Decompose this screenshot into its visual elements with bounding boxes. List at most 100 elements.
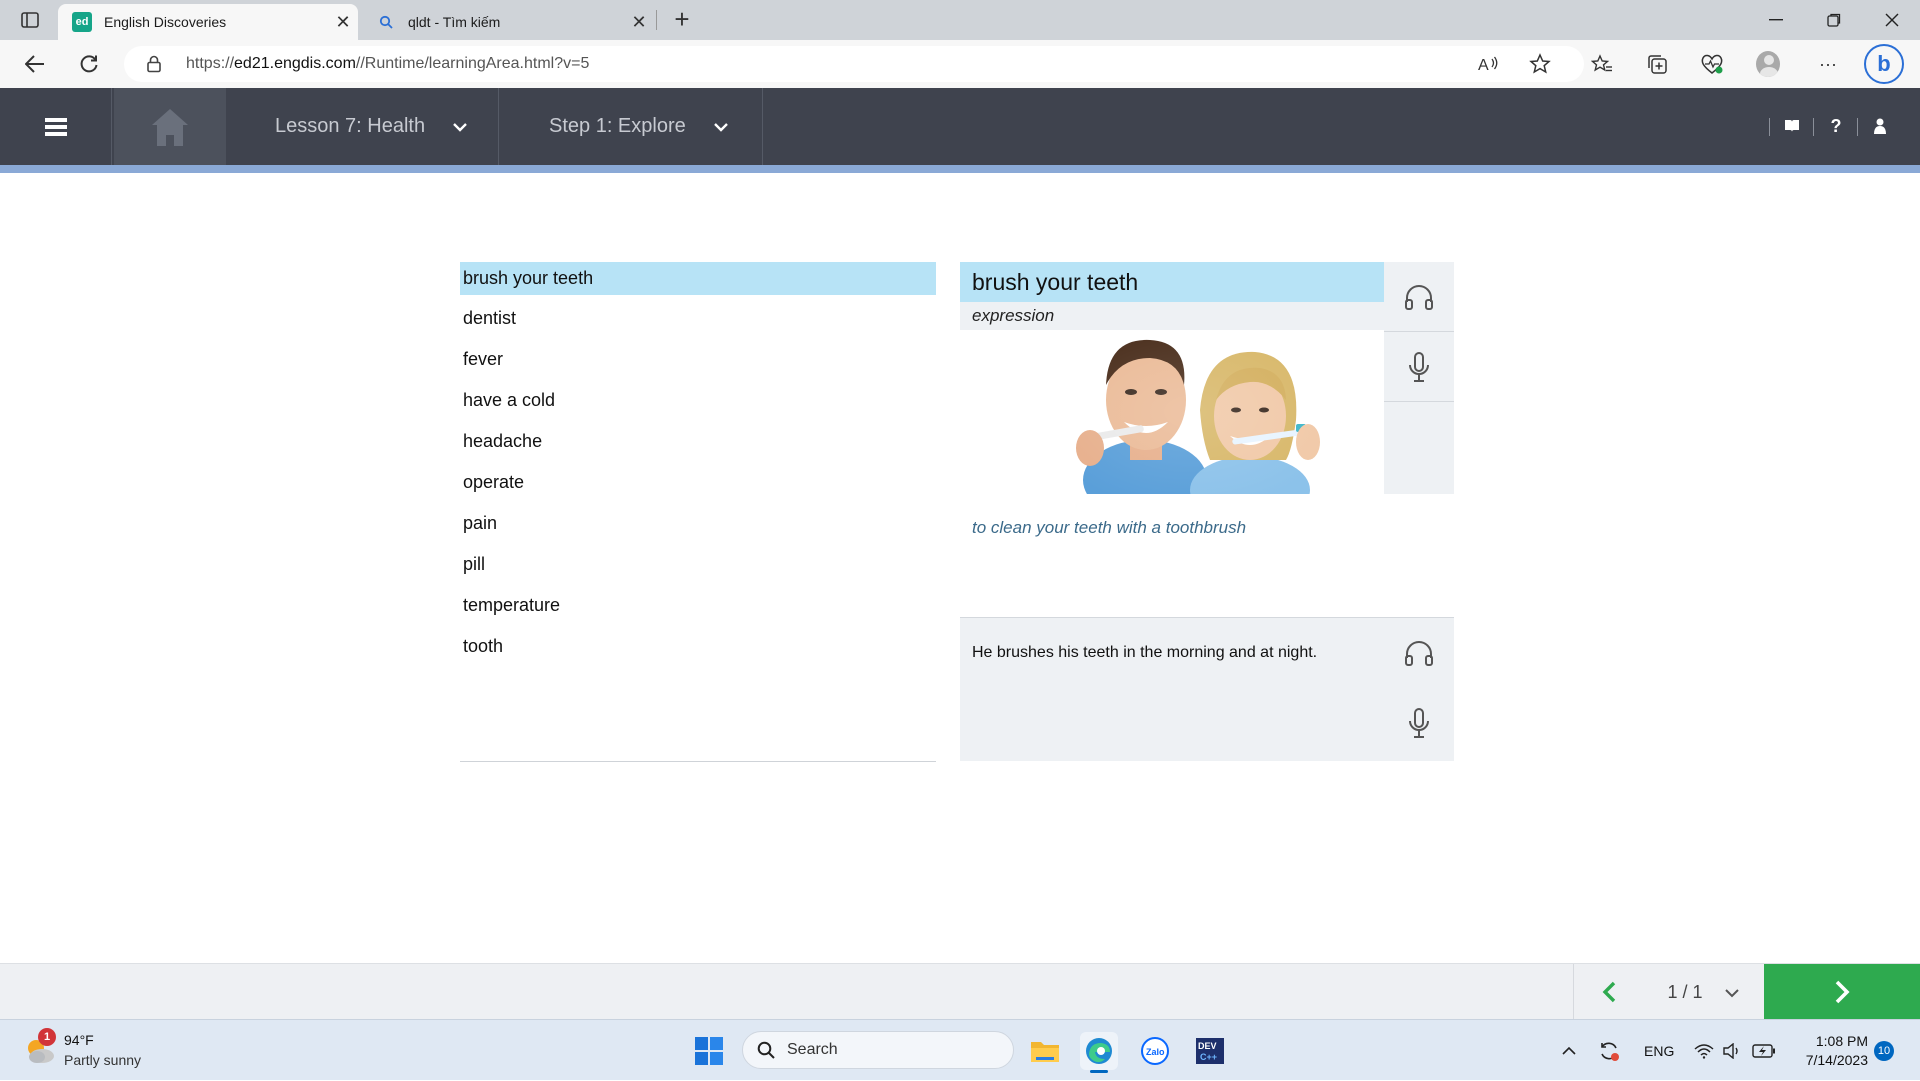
example-sentence-panel: He brushes his teeth in the morning and … xyxy=(960,617,1454,761)
chevron-left-icon xyxy=(1602,981,1615,1003)
word-list-item[interactable]: fever xyxy=(460,343,936,384)
lock-icon xyxy=(146,55,162,73)
tab-actions-icon[interactable] xyxy=(16,8,44,32)
home-icon[interactable] xyxy=(114,88,226,165)
next-page-button[interactable] xyxy=(1764,964,1920,1020)
browser-tab-bar: ed English Discoveries ✕ qldt - Tìm kiếm… xyxy=(0,0,1920,40)
svg-text:A: A xyxy=(1478,57,1489,74)
close-window-icon[interactable] xyxy=(1864,0,1920,40)
word-list-item[interactable]: operate xyxy=(460,466,936,507)
browser-tab-search[interactable]: qldt - Tìm kiếm ✕ xyxy=(362,4,654,40)
app-header: Lesson 7: Health Step 1: Explore ? xyxy=(0,88,1920,165)
profile-avatar xyxy=(1756,51,1780,77)
clock-time: 1:08 PM xyxy=(1815,1033,1868,1049)
address-bar[interactable]: https://ed21.engdis.com//Runtime/learnin… xyxy=(124,46,1584,82)
word-list-item[interactable]: have a cold xyxy=(460,384,936,425)
search-label: Search xyxy=(787,1041,838,1058)
favorites-icon[interactable] xyxy=(1590,52,1614,76)
weather-notification-badge: 1 xyxy=(38,1028,56,1046)
zalo-icon[interactable]: Zalo xyxy=(1136,1032,1174,1070)
svg-text:C++: C++ xyxy=(1200,1052,1217,1062)
lesson-label: Lesson 7: Health xyxy=(275,115,426,137)
lesson-navigation-bar: 1 / 1 xyxy=(0,963,1920,1020)
collections-icon[interactable] xyxy=(1645,52,1669,76)
word-list-item[interactable]: brush your teeth xyxy=(460,262,936,295)
browser-toolbar: https://ed21.engdis.com//Runtime/learnin… xyxy=(0,40,1920,88)
example-sentence: He brushes his teeth in the morning and … xyxy=(972,644,1318,661)
back-icon[interactable] xyxy=(18,48,52,80)
file-explorer-icon[interactable] xyxy=(1026,1032,1064,1070)
record-microphone-icon[interactable] xyxy=(1384,688,1454,758)
header-divider xyxy=(498,88,499,165)
svg-text:Zalo: Zalo xyxy=(1146,1047,1165,1057)
word-list-item[interactable]: dentist xyxy=(460,302,936,343)
lesson-dropdown[interactable]: Lesson 7: Health xyxy=(275,88,467,165)
card-audio-panel xyxy=(1384,262,1454,494)
card-part-of-speech: expression xyxy=(960,302,1384,330)
word-list-item[interactable]: pill xyxy=(460,548,936,589)
word-list-item[interactable]: headache xyxy=(460,425,936,466)
url-path: //Runtime/learningArea.html?v=5 xyxy=(355,55,590,72)
edge-browser-icon[interactable] xyxy=(1080,1032,1118,1070)
help-icon[interactable]: ? xyxy=(1824,114,1848,138)
minimize-icon[interactable] xyxy=(1748,0,1804,40)
new-tab-button[interactable]: + xyxy=(668,6,696,34)
dictionary-book-icon[interactable] xyxy=(1780,114,1804,138)
windows-taskbar: 1 94°F Partly sunny Search Zalo DEV C++ E… xyxy=(0,1019,1920,1080)
word-list-item[interactable]: temperature xyxy=(460,589,936,630)
record-microphone-icon[interactable] xyxy=(1384,332,1454,402)
bing-copilot-icon[interactable]: b xyxy=(1864,44,1904,84)
step-label: Step 1: Explore xyxy=(549,115,686,137)
input-language[interactable]: ENG xyxy=(1644,1020,1674,1081)
url-prefix: https:// xyxy=(186,55,235,72)
word-list-item[interactable]: pain xyxy=(460,507,936,548)
word-list-item[interactable]: tooth xyxy=(460,630,936,671)
chevron-right-icon xyxy=(1835,980,1850,1004)
listen-headphones-icon[interactable] xyxy=(1384,262,1454,332)
example-audio-panel xyxy=(1384,618,1454,761)
restore-icon[interactable] xyxy=(1806,0,1862,40)
tab-title: English Discoveries xyxy=(104,14,227,30)
search-icon xyxy=(757,1041,775,1064)
tab-divider xyxy=(656,10,657,30)
notification-count-badge[interactable]: 10 xyxy=(1874,1041,1894,1061)
profile-icon[interactable] xyxy=(1756,51,1780,77)
close-tab-icon[interactable]: ✕ xyxy=(328,12,358,33)
tab-title: qldt - Tìm kiếm xyxy=(408,14,501,30)
sync-icon[interactable] xyxy=(1598,1020,1624,1081)
battery-charging-icon[interactable] xyxy=(1752,1020,1778,1081)
weather-temperature: 94°F xyxy=(64,1032,94,1048)
wifi-icon[interactable] xyxy=(1694,1020,1716,1081)
svg-text:DEV: DEV xyxy=(1198,1041,1217,1051)
user-profile-icon[interactable] xyxy=(1868,114,1892,138)
chevron-down-icon xyxy=(453,115,467,138)
hamburger-menu-icon[interactable] xyxy=(0,88,112,165)
favorite-star-icon[interactable] xyxy=(1528,52,1552,76)
previous-page-button[interactable] xyxy=(1573,964,1643,1020)
clock-date: 7/14/2023 xyxy=(1805,1052,1868,1068)
more-options-icon[interactable]: ··· xyxy=(1816,52,1840,76)
close-tab-icon[interactable]: ✕ xyxy=(624,12,654,33)
refresh-icon[interactable] xyxy=(72,48,106,80)
listen-headphones-icon[interactable] xyxy=(1384,618,1454,688)
card-word-title: brush your teeth xyxy=(960,262,1384,302)
browser-essentials-icon[interactable] xyxy=(1700,52,1724,76)
header-divider xyxy=(762,88,763,165)
word-illustration-image xyxy=(1060,330,1320,494)
page-indicator: 1 / 1 xyxy=(1667,981,1703,1002)
show-hidden-icons-chevron-up-icon[interactable] xyxy=(1562,1020,1582,1081)
header-accent-stripe xyxy=(0,165,1920,173)
step-dropdown[interactable]: Step 1: Explore xyxy=(549,88,728,165)
url-text: https://ed21.engdis.com//Runtime/learnin… xyxy=(186,55,589,73)
dev-cpp-icon[interactable]: DEV C++ xyxy=(1191,1032,1229,1070)
browser-tab-english-discoveries[interactable]: ed English Discoveries ✕ xyxy=(58,4,358,40)
chevron-down-icon xyxy=(1724,982,1739,1003)
read-aloud-icon[interactable]: A xyxy=(1476,52,1500,76)
header-separator xyxy=(1813,118,1814,136)
card-definition: to clean your teeth with a toothbrush xyxy=(972,518,1247,537)
taskbar-search-box[interactable]: Search xyxy=(742,1031,1014,1069)
system-clock[interactable]: 1:08 PM 7/14/2023 xyxy=(1796,1032,1868,1070)
volume-icon[interactable] xyxy=(1722,1020,1744,1081)
windows-start-icon[interactable] xyxy=(694,1036,724,1066)
page-selector[interactable]: 1 / 1 xyxy=(1643,964,1763,1020)
